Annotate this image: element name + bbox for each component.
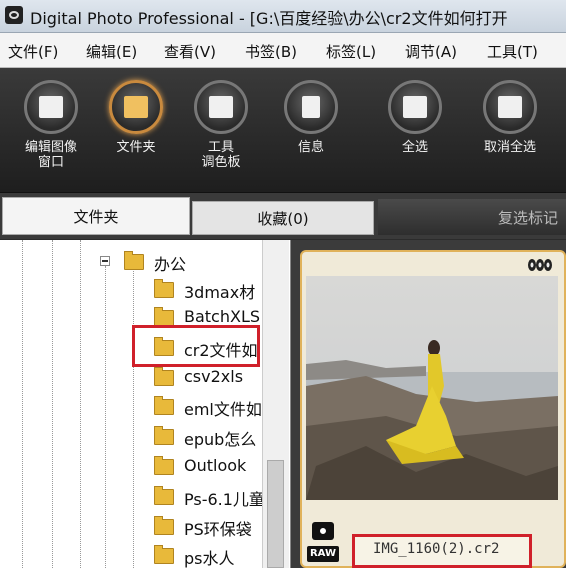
tree-item-label: Outlook xyxy=(184,456,247,475)
tab-folder[interactable]: 文件夹 xyxy=(2,197,190,235)
tree-item[interactable]: ps水人 xyxy=(0,542,290,568)
camera-icon xyxy=(312,522,334,540)
highlight-box xyxy=(132,325,260,367)
tree-item-label: csv2xls xyxy=(184,367,244,386)
tree-item-label: BatchXLS xyxy=(184,307,261,326)
tool-palette-label: 工具 调色板 xyxy=(201,140,241,170)
thumbnail-filename: IMG_1160(2).cr2 xyxy=(352,534,532,568)
tree-item-label: Ps-6.1儿童 xyxy=(184,490,265,509)
folder-icon xyxy=(154,307,174,326)
folder-icon xyxy=(154,396,174,415)
menu-view[interactable]: 查看(V) xyxy=(164,41,216,62)
folder-button[interactable]: 文件夹 xyxy=(96,80,176,155)
tree-item[interactable]: csv2xls xyxy=(0,364,290,392)
menu-bookmark[interactable]: 书签(B) xyxy=(245,41,297,62)
collapse-icon[interactable] xyxy=(100,256,110,266)
folder-label: 文件夹 xyxy=(116,140,156,155)
folder-icon xyxy=(154,426,174,445)
toolbar: 编辑图像 窗口 文件夹 工具 调色板 信息 全选 取消全选 xyxy=(0,68,566,193)
tree-item-label: PS环保袋 xyxy=(184,520,252,539)
folder-icon xyxy=(154,279,174,298)
photo-thumbnail xyxy=(306,276,558,500)
select-all-label: 全选 xyxy=(401,140,428,155)
tree-item-label: epub怎么 xyxy=(184,430,257,449)
menu-tools[interactable]: 工具(T) xyxy=(487,41,538,62)
menu-bar: 文件(F) 编辑(E) 查看(V) 书签(B) 标签(L) 调节(A) 工具(T… xyxy=(0,33,566,68)
tab-bookmarks-label: 收藏(0) xyxy=(257,210,309,228)
deselect-all-icon xyxy=(498,96,522,118)
spool-icon xyxy=(528,259,552,271)
scrollbar-thumb[interactable] xyxy=(267,460,284,568)
checkmark-filter-label: 复选标记 xyxy=(497,209,558,227)
deselect-all-button[interactable]: 取消全选 xyxy=(470,80,550,155)
tree-item[interactable]: Ps-6.1儿童 xyxy=(0,483,290,511)
tree-item[interactable]: PS环保袋 xyxy=(0,513,290,541)
select-all-icon xyxy=(403,96,427,118)
deselect-all-label: 取消全选 xyxy=(483,140,536,155)
filename-label: IMG_1160(2).cr2 xyxy=(373,541,500,557)
menu-adjust[interactable]: 调节(A) xyxy=(405,41,457,62)
tab-folder-label: 文件夹 xyxy=(73,208,119,226)
title-bar: Digital Photo Professional - [G:\百度经验\办公… xyxy=(0,0,566,33)
folder-icon xyxy=(124,251,144,270)
edit-image-window-label: 编辑图像 窗口 xyxy=(24,140,77,170)
tab-bookmarks[interactable]: 收藏(0) xyxy=(192,201,374,235)
info-button[interactable]: 信息 xyxy=(271,80,351,155)
tree-item-office[interactable]: 办公 xyxy=(0,248,290,276)
tree-scrollbar[interactable] xyxy=(262,240,289,568)
checkmark-filter[interactable]: 复选标记 xyxy=(378,199,566,235)
tree-item-label: ps水人 xyxy=(184,549,235,568)
tree-item-label: 3dmax材 xyxy=(184,283,256,302)
menu-file[interactable]: 文件(F) xyxy=(8,41,58,62)
info-icon xyxy=(302,96,320,118)
folder-icon xyxy=(154,367,174,386)
menu-label[interactable]: 标签(L) xyxy=(326,41,376,62)
tree-item-label: 办公 xyxy=(154,255,187,274)
folder-icon xyxy=(124,96,148,118)
folder-icon xyxy=(154,456,174,475)
app-camera-icon xyxy=(5,6,23,24)
folder-icon xyxy=(154,516,174,535)
tree-item[interactable]: Outlook xyxy=(0,453,290,481)
tool-palette-icon xyxy=(209,96,233,118)
select-all-button[interactable]: 全选 xyxy=(375,80,455,155)
tree-item[interactable]: eml文件如 xyxy=(0,393,290,421)
edit-image-window-button[interactable]: 编辑图像 窗口 xyxy=(11,80,91,170)
menu-edit[interactable]: 编辑(E) xyxy=(86,41,137,62)
tool-palette-button[interactable]: 工具 调色板 xyxy=(181,80,261,170)
raw-badge: RAW xyxy=(307,546,339,562)
info-label: 信息 xyxy=(297,140,324,155)
folder-icon xyxy=(154,545,174,564)
panel-tabs: 文件夹 收藏(0) 复选标记 xyxy=(0,193,566,239)
tree-item[interactable]: 3dmax材 xyxy=(0,276,290,304)
folder-icon xyxy=(154,486,174,505)
tree-item-label: eml文件如 xyxy=(184,400,262,419)
window-title: Digital Photo Professional - [G:\百度经验\办公… xyxy=(30,9,508,28)
tree-item[interactable]: epub怎么 xyxy=(0,423,290,451)
edit-image-icon xyxy=(39,96,63,118)
folder-tree: 办公 3dmax材 BatchXLS cr2文件如 csv2xls eml文件如… xyxy=(0,240,291,568)
